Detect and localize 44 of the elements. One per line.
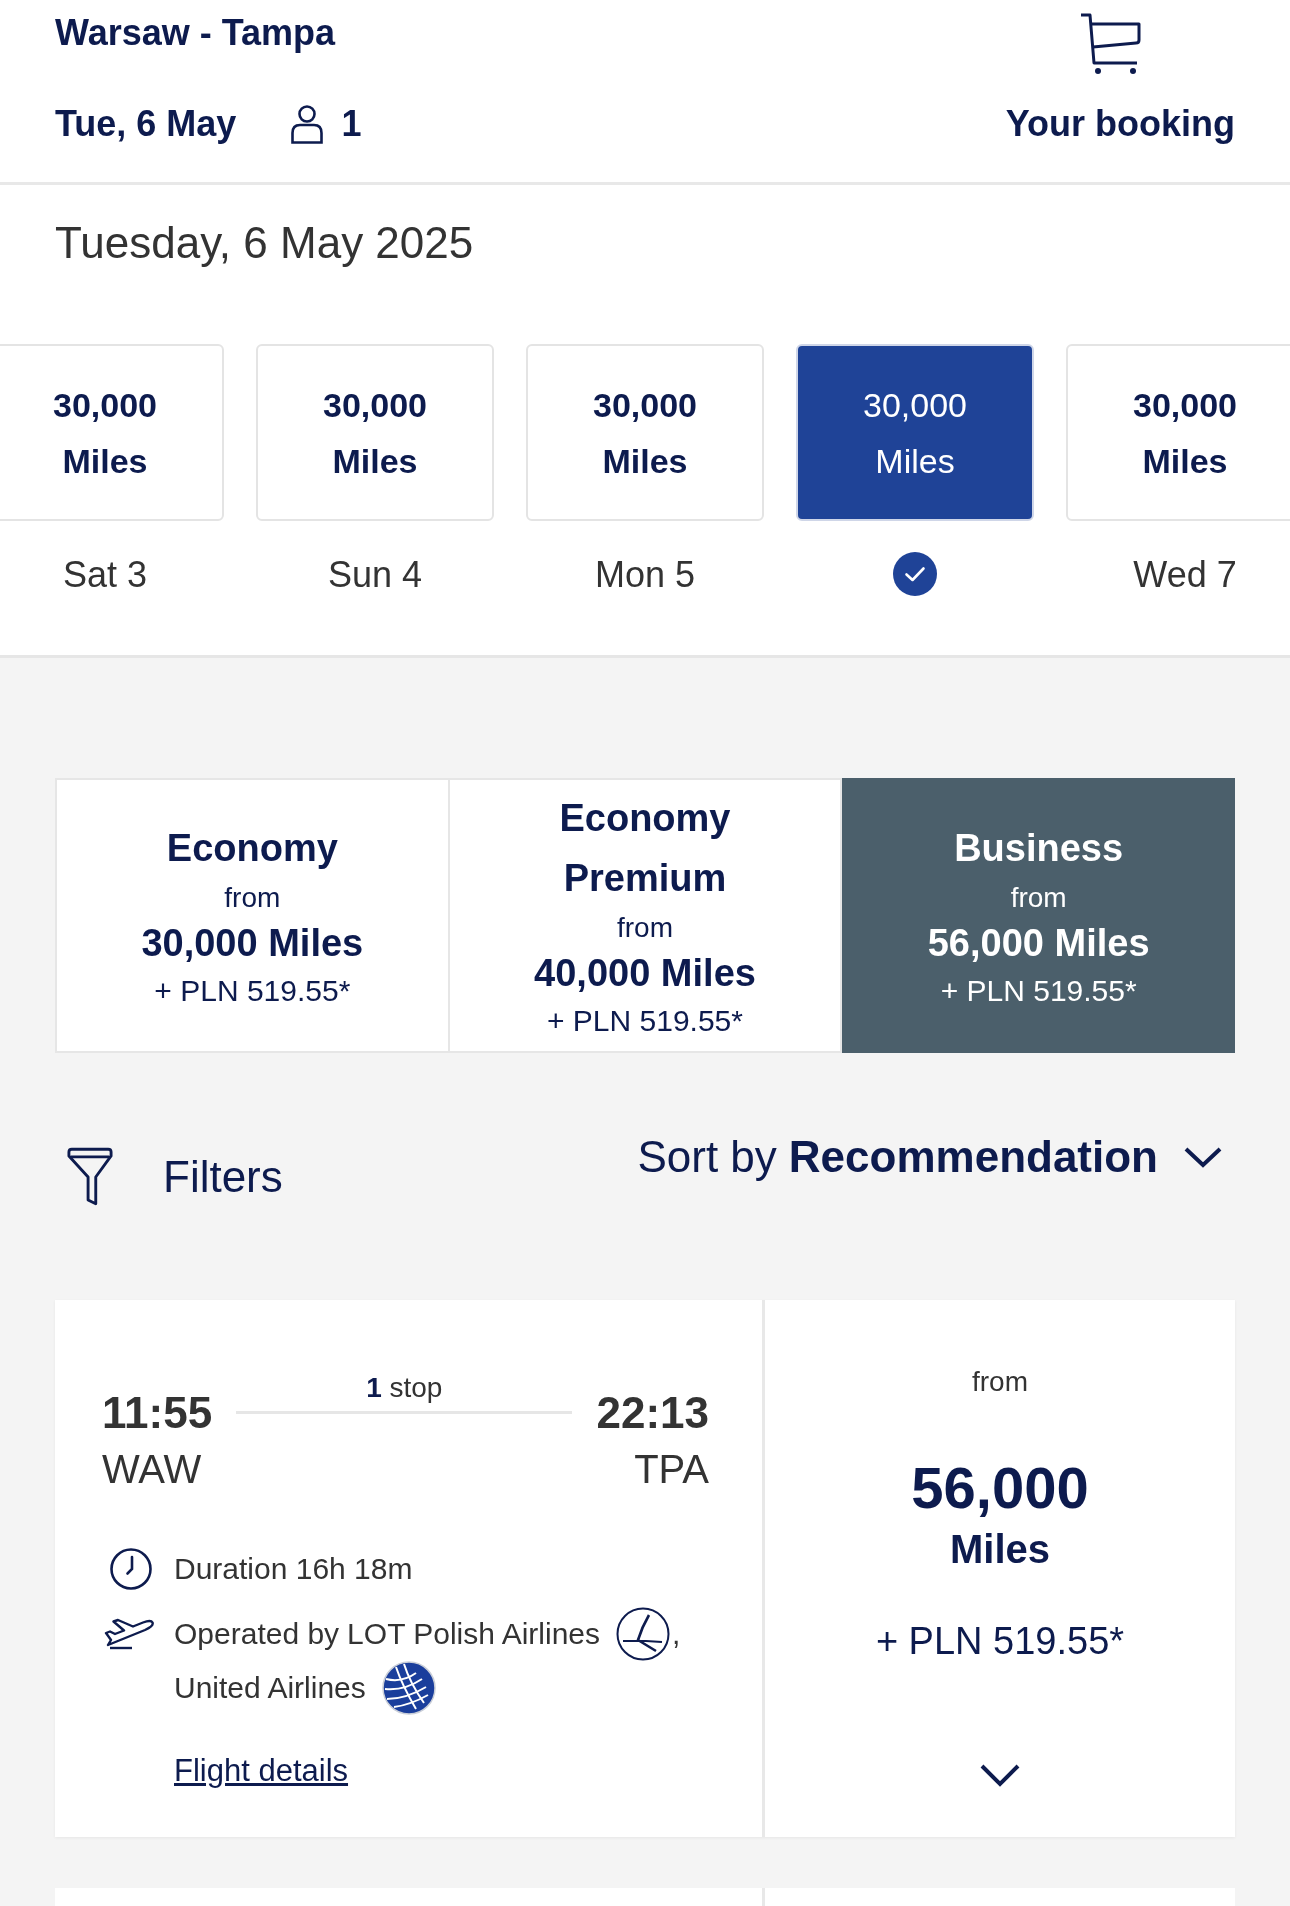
departure-time: 11:55 bbox=[102, 1387, 213, 1439]
chevron-down-icon[interactable] bbox=[980, 1763, 1020, 1787]
bird-logo-icon bbox=[616, 1607, 670, 1661]
selected-date-heading: Tuesday, 6 May 2025 bbox=[55, 217, 475, 269]
your-booking-button[interactable]: Your booking bbox=[1005, 12, 1235, 148]
miles-unit: Miles bbox=[949, 1526, 1050, 1573]
day-label: Mon 5 bbox=[594, 553, 696, 597]
cart-icon bbox=[1079, 12, 1144, 76]
day-label: Sun 4 bbox=[327, 553, 423, 597]
travel-date: Tue, 6 May bbox=[55, 102, 237, 146]
flight-details-link[interactable]: Flight details bbox=[174, 1749, 349, 1793]
person-icon bbox=[290, 104, 325, 144]
airplane-icon bbox=[104, 1618, 156, 1650]
day-label: Sat 3 bbox=[62, 553, 148, 597]
cabin-tab[interactable]: Economy Premium from 40,000 Miles + PLN 519.55* bbox=[449, 780, 841, 1051]
separator-text: , bbox=[672, 1616, 681, 1652]
duration-text: Duration 16h 18m bbox=[174, 1551, 413, 1587]
date-fare-card[interactable]: 30,000 Miles bbox=[1066, 344, 1290, 521]
operated-by-label: Operated by bbox=[174, 1616, 340, 1652]
globe-logo-icon bbox=[381, 1661, 436, 1715]
sort-dropdown[interactable]: Sort by Recommendation bbox=[637, 1132, 1222, 1182]
route-title: Warsaw - Tampa bbox=[55, 11, 337, 55]
day-label: Wed 7 bbox=[1133, 553, 1237, 597]
cabin-tab[interactable]: Business from 56,000 Miles + PLN 519.55* bbox=[842, 778, 1235, 1053]
check-icon bbox=[893, 552, 937, 596]
date-fare-card[interactable]: 30,000 Miles bbox=[0, 344, 224, 521]
airline-name: LOT Polish Airlines bbox=[347, 1616, 600, 1652]
departure-airport: WAW bbox=[102, 1446, 203, 1493]
from-label: from bbox=[972, 1365, 1028, 1399]
arrival-airport: TPA bbox=[633, 1446, 709, 1493]
miles-amount: 56,000 bbox=[911, 1455, 1089, 1521]
fee-amount: + PLN 519.55* bbox=[875, 1619, 1125, 1664]
filters-button[interactable]: Filters bbox=[67, 1146, 283, 1208]
chevron-down-icon bbox=[1184, 1146, 1222, 1168]
cabin-tab[interactable]: Economy from 30,000 Miles + PLN 519.55* bbox=[57, 780, 448, 1051]
date-fare-card[interactable]: 30,000 Miles bbox=[796, 344, 1034, 521]
arrival-time: 22:13 bbox=[596, 1387, 709, 1439]
clock-icon bbox=[110, 1548, 152, 1590]
date-fare-card[interactable]: 30,000 Miles bbox=[256, 344, 494, 521]
airline-name: United Airlines bbox=[174, 1670, 366, 1706]
funnel-icon bbox=[67, 1147, 113, 1207]
date-fare-card[interactable]: 30,000 Miles bbox=[526, 344, 764, 521]
passenger-count: 1 bbox=[341, 102, 362, 146]
stops-label: 1 stop bbox=[366, 1371, 443, 1405]
